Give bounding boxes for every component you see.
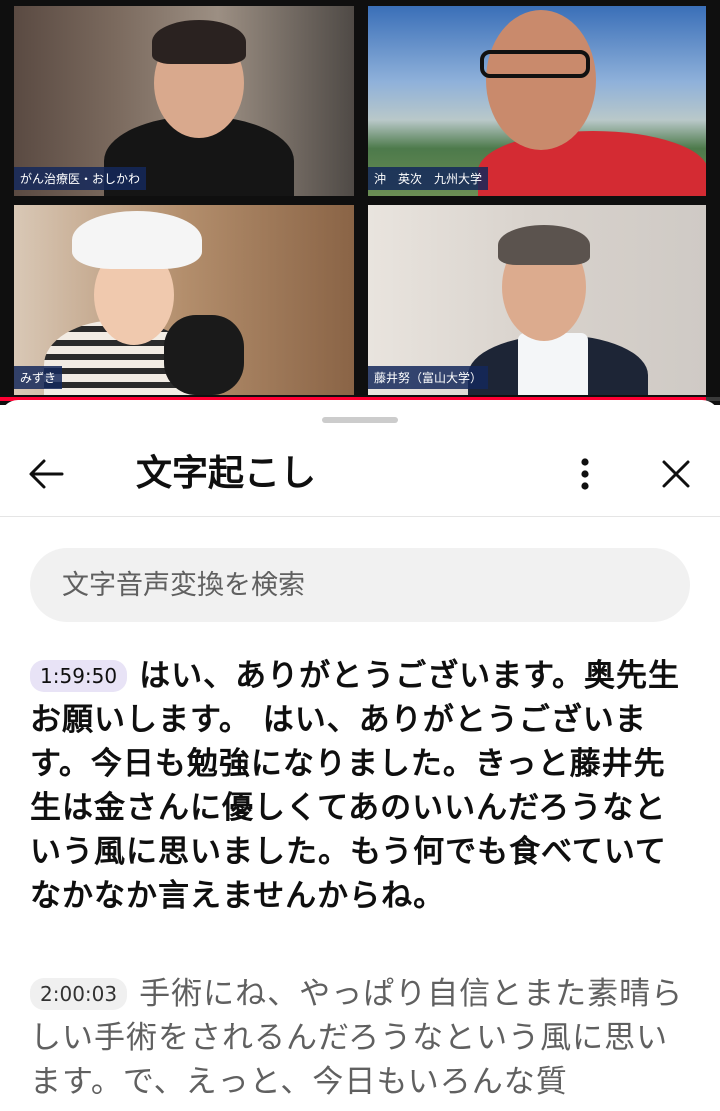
participant-name: みずき	[14, 366, 63, 389]
participant-name: がん治療医・おしかわ	[14, 167, 147, 190]
timestamp-badge[interactable]: 2:00:03	[30, 978, 128, 1010]
transcript-segment[interactable]: 2:00:03 手術にね、やっぱり自信とまた素晴らしい手術をされるんだろうなという…	[30, 972, 692, 1104]
transcript-segment[interactable]: 1:59:50 はい、ありがとうございます。奥先生お願いします。 はい、ありがとう…	[30, 654, 692, 918]
segment-text: 手術にね、やっぱり自信とまた素晴らしい手術をされるんだろうなという風に思います。…	[30, 976, 684, 1100]
participant-hair	[152, 20, 246, 64]
participant-tile: 沖 英次 九州大学	[368, 6, 706, 196]
video-player[interactable]: がん治療医・おしかわ 沖 英次 九州大学 みずき 藤井努（富山大学）	[0, 0, 720, 405]
shirt	[518, 333, 588, 395]
participant-tile: みずき	[14, 205, 354, 395]
hat-icon	[72, 211, 202, 269]
glasses-icon	[480, 50, 590, 78]
arrow-left-icon	[29, 459, 64, 489]
panel-header: 文字起こし	[0, 430, 720, 517]
drag-handle[interactable]	[322, 417, 398, 423]
transcript-search-input[interactable]	[30, 548, 690, 622]
participant-name: 藤井努（富山大学）	[368, 366, 489, 389]
back-button[interactable]	[22, 450, 70, 498]
segment-text: はい、ありがとうございます。奥先生お願いします。 はい、ありがとうございます。今…	[30, 658, 681, 914]
close-button[interactable]	[652, 450, 700, 498]
participant-hair	[498, 225, 590, 265]
participant-name: 沖 英次 九州大学	[368, 167, 489, 190]
microphone-icon	[164, 315, 244, 395]
panel-title: 文字起こし	[136, 453, 317, 494]
timestamp-badge[interactable]: 1:59:50	[30, 660, 128, 692]
more-vert-icon	[581, 458, 589, 490]
transcript-panel: 文字起こし 1:59:50はい、ありがとうございます。奥先生お願いします。 はい…	[0, 400, 720, 1111]
more-options-button[interactable]	[563, 450, 607, 498]
participant-tile: 藤井努（富山大学）	[368, 205, 706, 395]
close-icon	[662, 460, 690, 488]
participant-face	[486, 10, 596, 150]
participant-tile: がん治療医・おしかわ	[14, 6, 354, 196]
